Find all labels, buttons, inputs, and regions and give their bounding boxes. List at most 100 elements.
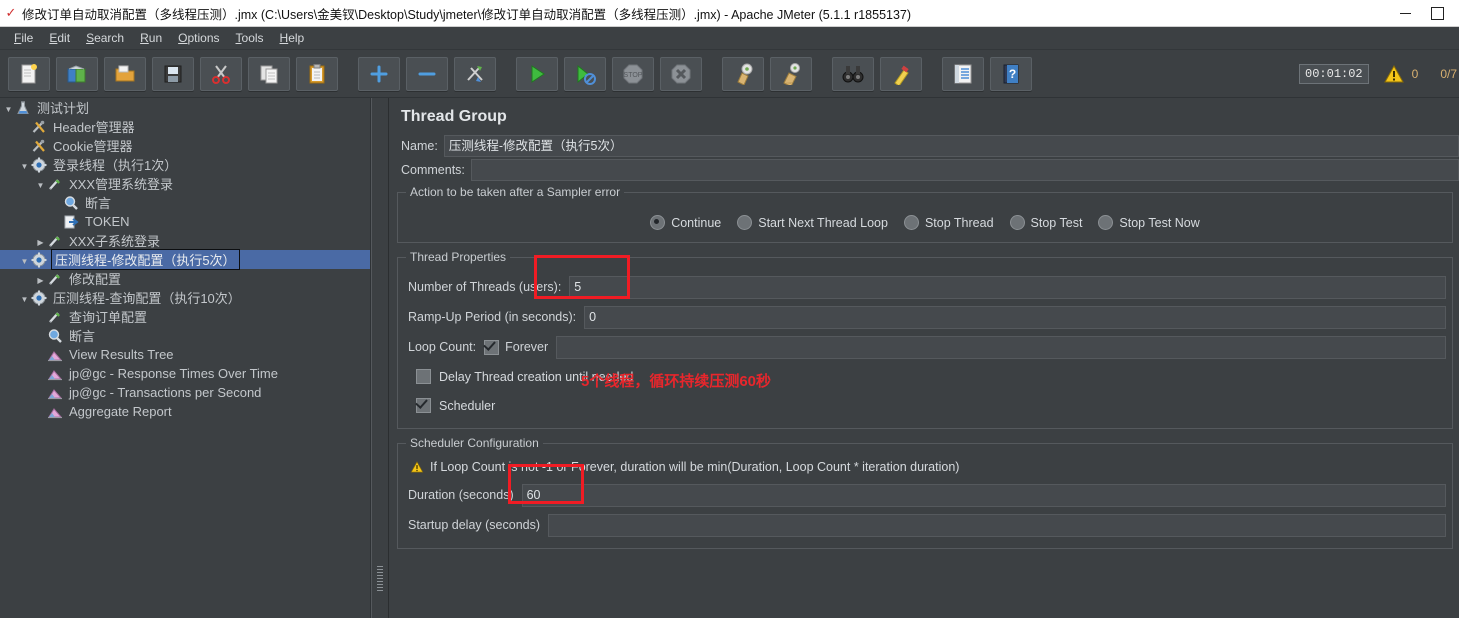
radio-dot[interactable]: [1009, 215, 1025, 230]
pane-splitter[interactable]: [371, 98, 389, 618]
startup-delay-row: Startup delay (seconds): [404, 510, 1446, 540]
tree-node-label: Aggregate Report: [69, 404, 172, 419]
delay-thread-row[interactable]: Delay Thread creation until needed: [404, 362, 1446, 391]
tree-toggle[interactable]: ▶: [34, 233, 47, 248]
new-button[interactable]: [8, 56, 50, 91]
tree-node-label: 测试计划: [37, 101, 90, 116]
rampup-input[interactable]: 0: [584, 305, 1446, 329]
toggle-button[interactable]: [454, 56, 496, 91]
toolbar-separator: [928, 58, 942, 90]
radio-option[interactable]: Stop Test Now: [1098, 215, 1200, 230]
tree-node[interactable]: ▼ 测试计划: [0, 98, 370, 117]
menu-tools-label: ools: [241, 31, 264, 45]
menubar: File Edit Search Run Options Tools Help: [0, 27, 1459, 50]
tree-node[interactable]: Aggregate Report: [0, 402, 370, 421]
copy-button[interactable]: [248, 56, 290, 91]
scheduler-config-group: Scheduler Configuration If Loop Count is…: [397, 436, 1453, 549]
menu-edit[interactable]: Edit: [41, 29, 78, 47]
test-plan-tree[interactable]: ▼ 测试计划 Header管理器 Cookie管理器 ▼ 登录线程（执行1次） ▼ XXX管理…: [0, 98, 371, 618]
menu-file[interactable]: File: [6, 29, 41, 47]
toolbar-separator: [344, 58, 358, 90]
minimize-button[interactable]: [1389, 0, 1421, 26]
loop-count-row: Loop Count: Forever: [404, 332, 1446, 362]
start-button[interactable]: [516, 56, 558, 91]
radio-option[interactable]: Continue: [650, 215, 721, 230]
radio-dot[interactable]: [903, 215, 919, 230]
search-button[interactable]: [832, 56, 874, 91]
tree-toggle[interactable]: ▼: [18, 290, 31, 305]
name-input[interactable]: 压测线程-修改配置（执行5次）: [443, 135, 1459, 157]
reset-search-button[interactable]: [880, 56, 922, 91]
scheduler-row[interactable]: Scheduler: [404, 391, 1446, 420]
main-toolbar: STOP? 00:01:02 0 0/7: [0, 50, 1459, 98]
menu-search[interactable]: Search: [78, 29, 132, 47]
tree-toggle[interactable]: ▼: [34, 176, 47, 191]
tree-node[interactable]: Header管理器: [0, 117, 370, 136]
startup-delay-input[interactable]: [548, 513, 1446, 537]
tree-node[interactable]: View Results Tree: [0, 345, 370, 364]
radio-option[interactable]: Stop Test: [1009, 215, 1082, 230]
tree-node[interactable]: ▶ XXX子系统登录: [0, 231, 370, 250]
comments-input[interactable]: [470, 159, 1459, 181]
function-helper-button[interactable]: [942, 56, 984, 91]
tree-toggle[interactable]: ▶: [34, 271, 47, 286]
tree-node[interactable]: ▼ 登录线程（执行1次）: [0, 155, 370, 174]
tree-node[interactable]: ▼ 压测线程-修改配置（执行5次）: [0, 249, 370, 270]
open-button[interactable]: [104, 56, 146, 91]
clear-all-button[interactable]: [770, 56, 812, 91]
tree-node[interactable]: ▼ XXX管理系统登录: [0, 174, 370, 193]
tree-toggle[interactable]: ▼: [2, 100, 15, 115]
tree-node[interactable]: jp@gc - Transactions per Second: [0, 383, 370, 402]
warning-indicator[interactable]: 0: [1383, 63, 1418, 85]
maximize-button[interactable]: [1421, 0, 1453, 26]
sampler-error-radiogroup[interactable]: Continue Start Next Thread Loop Stop Threa…: [404, 207, 1446, 234]
save-button[interactable]: [152, 56, 194, 91]
duration-input[interactable]: 60: [521, 483, 1446, 507]
radio-option[interactable]: Start Next Thread Loop: [737, 215, 888, 230]
scheduler-checkbox[interactable]: [416, 398, 431, 413]
radio-dot[interactable]: [737, 215, 753, 230]
menu-tools[interactable]: Tools: [228, 29, 272, 47]
shutdown-button[interactable]: [660, 56, 702, 91]
menu-help-label: elp: [288, 31, 305, 45]
tree-node[interactable]: ▶ 修改配置: [0, 269, 370, 288]
annotation-text: 5个线程，循环持续压测60秒: [581, 373, 772, 390]
tree-toggle[interactable]: ▼: [18, 157, 31, 172]
tree-node-label: XXX子系统登录: [69, 234, 161, 249]
tree-node[interactable]: 断言: [0, 193, 370, 212]
paste-button[interactable]: [296, 56, 338, 91]
menu-options[interactable]: Options: [170, 29, 227, 47]
menu-run-label: un: [148, 31, 163, 45]
tree-node[interactable]: Cookie管理器: [0, 136, 370, 155]
loop-count-input[interactable]: [556, 335, 1446, 359]
tree-node[interactable]: 断言: [0, 326, 370, 345]
menu-run[interactable]: Run: [132, 29, 170, 47]
delay-thread-checkbox[interactable]: [416, 369, 431, 384]
expand-all-button[interactable]: [358, 56, 400, 91]
splitter-grip[interactable]: [377, 566, 383, 592]
tree-node-label: 断言: [85, 196, 112, 211]
tree-node[interactable]: ▼ 压测线程-查询配置（执行10次）: [0, 288, 370, 307]
start-no-pauses-button[interactable]: [564, 56, 606, 91]
thread-properties-group: Thread Properties Number of Threads (use…: [397, 250, 1453, 429]
save-floppy-icon: [164, 65, 182, 82]
help-button[interactable]: ?: [990, 56, 1032, 91]
menu-help[interactable]: Help: [272, 29, 313, 47]
collapse-all-button[interactable]: [406, 56, 448, 91]
templates-button[interactable]: [56, 56, 98, 91]
tree-node[interactable]: TOKEN: [0, 212, 370, 231]
tree-node[interactable]: 查询订单配置: [0, 307, 370, 326]
tree-node[interactable]: jp@gc - Response Times Over Time: [0, 364, 370, 383]
radio-option[interactable]: Stop Thread: [903, 215, 994, 230]
assertion-magnifier-icon: [47, 328, 65, 344]
stop-button[interactable]: STOP: [612, 56, 654, 91]
clear-button[interactable]: [722, 56, 764, 91]
tree-toggle[interactable]: ▼: [18, 252, 31, 267]
num-threads-input[interactable]: 5: [569, 275, 1446, 299]
radio-dot[interactable]: [650, 215, 666, 230]
tree-node-label: 压测线程-查询配置（执行10次）: [53, 291, 241, 306]
forever-checkbox[interactable]: [484, 339, 500, 355]
cut-button[interactable]: [200, 56, 242, 91]
radio-dot[interactable]: [1098, 215, 1114, 230]
listener-chart-icon: [47, 366, 65, 382]
